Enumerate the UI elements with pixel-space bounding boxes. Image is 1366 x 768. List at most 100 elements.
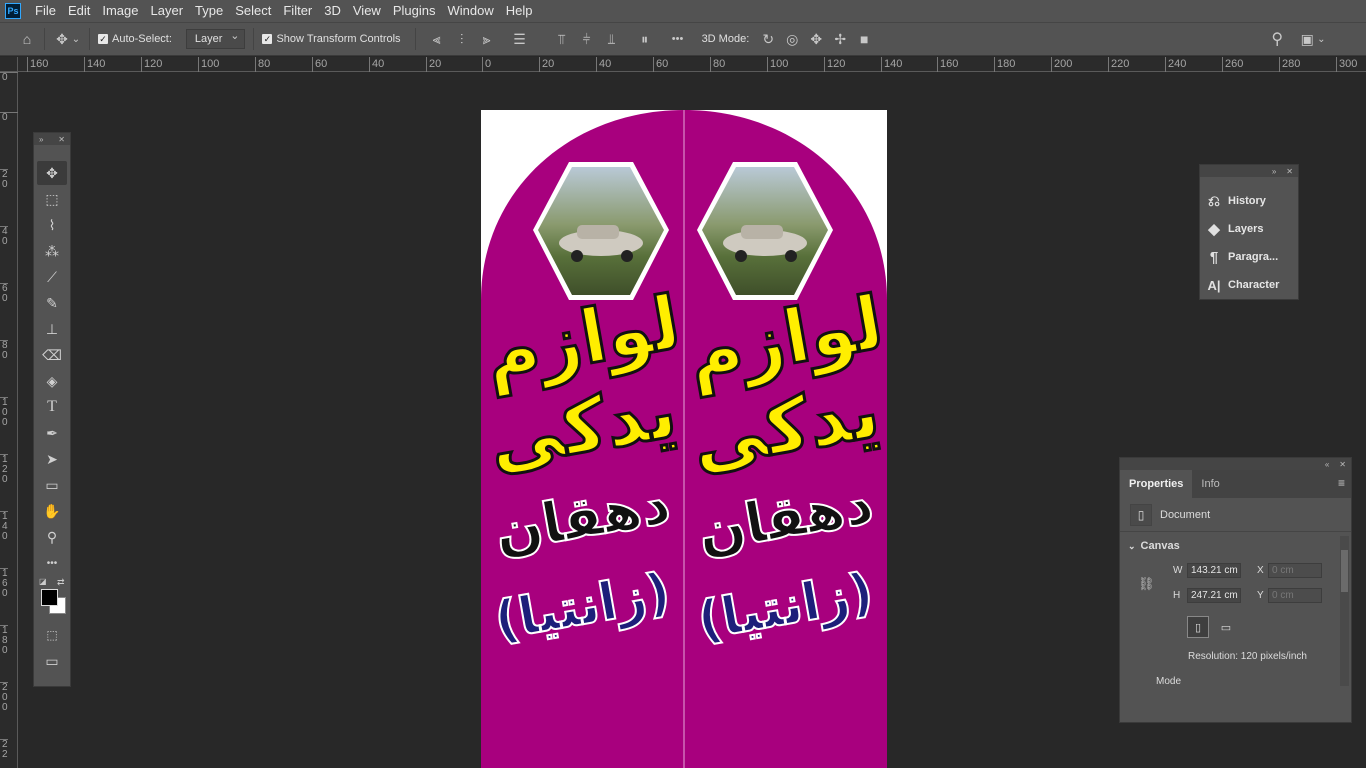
- artwork-text-right: لوازم یدکی دهقان (زانتیا): [680, 278, 887, 653]
- character-label: Character: [1228, 279, 1280, 291]
- character-icon: A|: [1207, 277, 1221, 293]
- workspace-icon[interactable]: ▣: [1298, 30, 1316, 48]
- close-icon[interactable]: ✕: [1339, 460, 1346, 469]
- chevron-down-icon[interactable]: ⌄: [71, 30, 81, 48]
- swap-colors-icon[interactable]: ⇄: [57, 577, 65, 588]
- menu-type[interactable]: Type: [189, 0, 229, 22]
- menu-layer[interactable]: Layer: [145, 0, 190, 22]
- pan-3d-icon[interactable]: ✥: [807, 30, 825, 48]
- expand-icon[interactable]: »: [39, 135, 43, 144]
- tab-properties[interactable]: Properties: [1120, 470, 1193, 498]
- path-selection-tool[interactable]: ➤: [37, 447, 67, 471]
- panel-menu-icon[interactable]: ≡: [1338, 476, 1345, 490]
- document-canvas[interactable]: لوازم یدکی دهقان (زانتیا) لوازم یدکی دهق…: [481, 110, 887, 768]
- auto-select-checkbox[interactable]: ✓: [98, 34, 108, 44]
- character-panel-button[interactable]: A| Character: [1200, 271, 1298, 299]
- align-top-icon[interactable]: ⫪: [553, 30, 571, 48]
- menu-filter[interactable]: Filter: [277, 0, 318, 22]
- move-tool-icon[interactable]: ✥: [53, 30, 71, 48]
- separator: [253, 28, 255, 50]
- menu-3d[interactable]: 3D: [318, 0, 347, 22]
- pen-tool[interactable]: ✒: [37, 421, 67, 445]
- y-field[interactable]: 0 cm: [1268, 588, 1322, 603]
- rectangle-tool[interactable]: ▭: [37, 473, 67, 497]
- grip[interactable]: [34, 145, 70, 159]
- ruler-tick: 260: [1222, 57, 1243, 72]
- transform-controls-checkbox[interactable]: ✓: [262, 34, 273, 44]
- hand-tool[interactable]: ✋: [37, 499, 67, 523]
- canvas-section-header[interactable]: ⌄ Canvas: [1128, 540, 1180, 552]
- scrollbar-thumb[interactable]: [1341, 550, 1348, 592]
- menu-select[interactable]: Select: [229, 0, 277, 22]
- eyedropper-tool[interactable]: ⟋: [37, 265, 67, 289]
- search-icon[interactable]: ⚲: [1268, 30, 1286, 48]
- document-row: ▯ Document: [1120, 498, 1351, 532]
- ruler-tick: 80: [710, 57, 725, 72]
- grip[interactable]: [1200, 177, 1298, 187]
- zoom-tool[interactable]: ⚲: [37, 525, 67, 549]
- width-field[interactable]: 143.21 cm: [1187, 563, 1241, 578]
- menu-image[interactable]: Image: [96, 0, 144, 22]
- layers-panel-button[interactable]: ◆ Layers: [1200, 215, 1298, 243]
- ruler-tick: 160: [937, 57, 958, 72]
- align-bottom-icon[interactable]: ⫫: [603, 30, 621, 48]
- portrait-orientation-icon[interactable]: ▯: [1187, 616, 1209, 638]
- more-options-icon[interactable]: •••: [669, 30, 687, 48]
- ruler-tick: 240: [1165, 57, 1186, 72]
- menu-plugins[interactable]: Plugins: [387, 0, 442, 22]
- menu-help[interactable]: Help: [500, 0, 539, 22]
- panel-header[interactable]: « ✕: [1120, 458, 1351, 470]
- 3d-mode-label: 3D Mode:: [701, 33, 750, 45]
- height-field[interactable]: 247.21 cm: [1187, 588, 1241, 603]
- history-icon: ⎌: [1207, 192, 1220, 210]
- landscape-orientation-icon[interactable]: ▭: [1215, 616, 1237, 638]
- collapse-icon[interactable]: «: [1325, 460, 1329, 469]
- ruler-tick: 60: [312, 57, 327, 72]
- magic-wand-tool[interactable]: ⁂: [37, 239, 67, 263]
- chevron-down-icon[interactable]: ⌄: [1316, 30, 1326, 48]
- move-tool[interactable]: ✥: [37, 161, 67, 185]
- close-icon[interactable]: ✕: [1286, 167, 1293, 176]
- quick-mask-icon[interactable]: ⬚: [37, 623, 67, 647]
- photoshop-logo-icon: Ps: [5, 3, 21, 19]
- paragraph-panel-button[interactable]: ¶ Paragra...: [1200, 243, 1298, 271]
- link-icon[interactable]: ⛓: [1138, 576, 1155, 592]
- default-colors-icon[interactable]: ◪: [39, 577, 47, 586]
- orbit-3d-icon[interactable]: ↻: [759, 30, 777, 48]
- lasso-tool[interactable]: ⌇: [37, 213, 67, 237]
- panel-header[interactable]: » ✕: [1200, 165, 1298, 177]
- menu-edit[interactable]: Edit: [62, 0, 96, 22]
- ruler-tick: 0: [482, 57, 491, 72]
- close-icon[interactable]: ✕: [58, 135, 65, 144]
- stamp-tool[interactable]: ⊥: [37, 317, 67, 341]
- align-right-icon[interactable]: ⫸: [478, 30, 496, 48]
- tab-info[interactable]: Info: [1192, 470, 1228, 498]
- history-panel-button[interactable]: ⎌ History: [1200, 187, 1298, 215]
- camera-3d-icon[interactable]: ■: [855, 30, 873, 48]
- home-icon[interactable]: ⌂: [18, 30, 36, 48]
- more-tools[interactable]: •••: [37, 551, 67, 575]
- properties-scrollbar[interactable]: [1340, 536, 1349, 686]
- auto-select-dropdown[interactable]: Layer: [185, 27, 246, 49]
- marquee-tool[interactable]: ⬚: [37, 187, 67, 211]
- menu-window[interactable]: Window: [441, 0, 499, 22]
- screen-mode-icon[interactable]: ▭: [37, 649, 67, 673]
- tools-panel-header[interactable]: » ✕: [34, 133, 70, 145]
- menu-file[interactable]: File: [29, 0, 62, 22]
- brush-tool[interactable]: ✎: [37, 291, 67, 315]
- expand-icon[interactable]: »: [1272, 167, 1276, 176]
- type-tool[interactable]: T: [37, 395, 67, 419]
- align-left-icon[interactable]: ⫷: [428, 30, 446, 48]
- distribute-vertical-icon[interactable]: ⏸: [636, 30, 654, 48]
- align-center-icon[interactable]: ⫶: [453, 30, 471, 48]
- menu-view[interactable]: View: [347, 0, 387, 22]
- paint-bucket-tool[interactable]: ◈: [37, 369, 67, 393]
- height-label: H: [1173, 590, 1181, 601]
- roll-3d-icon[interactable]: ◎: [783, 30, 801, 48]
- distribute-icon[interactable]: ☰: [511, 30, 529, 48]
- x-field[interactable]: 0 cm: [1268, 563, 1322, 578]
- eraser-tool[interactable]: ⌫: [37, 343, 67, 367]
- align-middle-icon[interactable]: ⫩: [578, 30, 596, 48]
- foreground-color-swatch[interactable]: [41, 589, 58, 606]
- slide-3d-icon[interactable]: ✢: [831, 30, 849, 48]
